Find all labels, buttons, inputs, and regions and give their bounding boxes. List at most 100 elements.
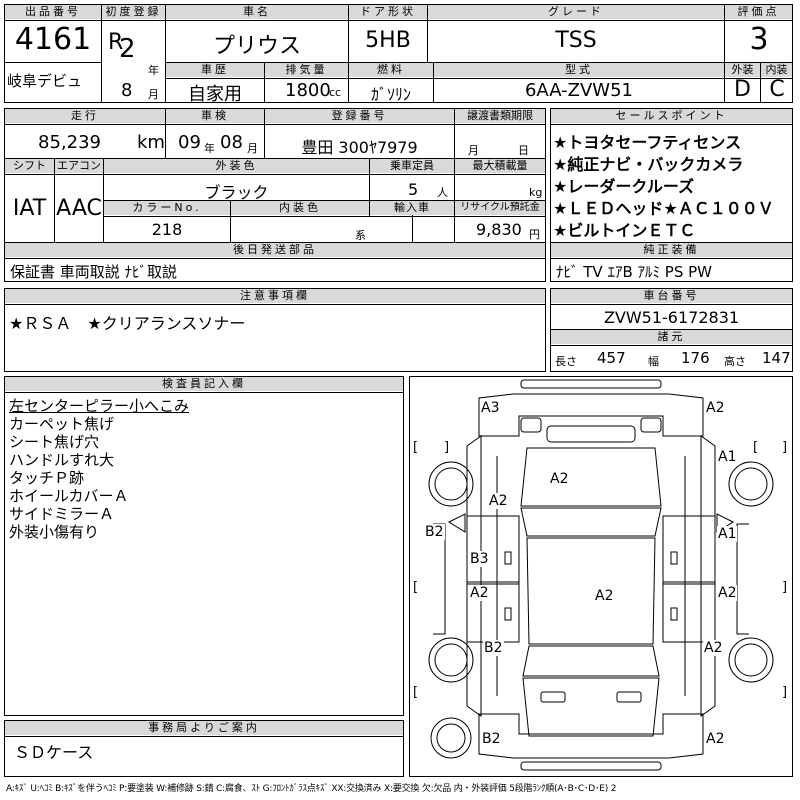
inspector-header: 検査員記入欄 bbox=[5, 377, 403, 391]
inspection-header: 車検 bbox=[166, 109, 264, 123]
exterior-header: 外装 bbox=[725, 63, 760, 77]
month-unit: 月 bbox=[148, 88, 159, 101]
displacement-unit: cc bbox=[329, 86, 342, 99]
car-name: プリウス bbox=[212, 34, 301, 59]
damage-mark: B3 bbox=[469, 551, 490, 567]
notes: ★ＲＳＡ ★クリアランスソナー bbox=[9, 314, 246, 333]
equipment: ﾅﾋﾞ TV ｴｱB ｱﾙﾐ PS PW bbox=[556, 263, 712, 281]
damage-mark: A2 bbox=[488, 493, 509, 509]
grade-header: グレード bbox=[428, 5, 724, 19]
inspection-year-unit: 年 bbox=[204, 142, 215, 155]
transfer-header: 譲渡書類期限 bbox=[455, 109, 545, 123]
transfer-month-unit: 月 bbox=[468, 144, 479, 157]
exterior-grade: D bbox=[734, 77, 751, 102]
recycle-fee: 9,830 bbox=[476, 220, 522, 239]
model-header: 型式 bbox=[434, 63, 724, 77]
sales-point-2: ★純正ナビ・バックカメラ bbox=[553, 155, 744, 174]
damage-mark: A2 bbox=[717, 585, 738, 601]
damage-mark: B2 bbox=[483, 640, 504, 656]
damage-mark: A2 bbox=[549, 471, 570, 487]
import-header: 輸入車 bbox=[370, 201, 454, 215]
history: 自家用 bbox=[188, 84, 242, 105]
bracket-left-bot: [ bbox=[413, 685, 419, 700]
door-type: 5HB bbox=[365, 28, 411, 53]
bracket-right-mid: ] bbox=[782, 580, 788, 595]
int-color-unit: 系 bbox=[355, 229, 366, 242]
bracket-right-bot: ] bbox=[782, 685, 788, 700]
bracket-left-top-r: [ bbox=[753, 440, 759, 455]
year-unit: 年 bbox=[148, 64, 159, 77]
sales-point-3: ★レーダークルーズ bbox=[553, 177, 695, 196]
damage-mark: A2 bbox=[469, 585, 490, 601]
int-color-header: 内装色 bbox=[231, 201, 369, 215]
inspection-year: 09 bbox=[178, 132, 201, 153]
color-header: 外装色 bbox=[104, 159, 369, 173]
chassis-number: ZVW51-6172831 bbox=[603, 308, 740, 327]
notes-header: 注意事項欄 bbox=[5, 289, 545, 303]
score-header: 評価点 bbox=[725, 5, 792, 19]
color-number: 218 bbox=[151, 220, 183, 239]
region: 岐阜デビュ bbox=[7, 72, 83, 90]
bracket-right-top: ] bbox=[444, 440, 450, 455]
recycle-unit: 円 bbox=[529, 228, 540, 241]
score: 3 bbox=[749, 22, 769, 57]
bracket-right-top-r: ] bbox=[782, 440, 788, 455]
office-header: 事務局よりご案内 bbox=[5, 721, 403, 735]
height-label: 高さ bbox=[724, 355, 746, 368]
damage-mark: A1 bbox=[717, 526, 738, 542]
displacement-header: 排気量 bbox=[265, 63, 348, 77]
load-header: 最大積載量 bbox=[455, 159, 545, 173]
height: 147 bbox=[762, 349, 791, 367]
color-no-header: カラーNo. bbox=[104, 201, 230, 215]
car-name-header: 車名 bbox=[166, 5, 348, 19]
lot-no-header: 出品番号 bbox=[5, 5, 101, 19]
fuel: ｶﾞｿﾘﾝ bbox=[370, 85, 411, 104]
sales-header: セールスポイント bbox=[551, 109, 792, 123]
equipment-header: 純正装備 bbox=[551, 243, 792, 257]
damage-mark: A1 bbox=[717, 449, 738, 465]
damage-mark: B2 bbox=[481, 731, 502, 747]
bracket-left-mid: [ bbox=[413, 580, 419, 595]
first-reg-header: 初度登録 bbox=[102, 5, 165, 19]
recycle-header: リサイクル預託金 bbox=[455, 201, 545, 215]
damage-mark: A2 bbox=[594, 588, 615, 604]
capacity: 5 bbox=[408, 180, 419, 199]
chassis-header: 車台番号 bbox=[551, 289, 792, 303]
damage-mark: A3 bbox=[480, 400, 501, 416]
shift-header: シフト bbox=[5, 159, 54, 173]
dims-header: 諸元 bbox=[551, 330, 792, 344]
car-diagram bbox=[428, 379, 774, 771]
shift: IAT bbox=[12, 196, 47, 221]
mileage-unit: km bbox=[137, 132, 165, 153]
capacity-header: 乗車定員 bbox=[370, 159, 454, 173]
load-unit: kg bbox=[529, 186, 543, 199]
displacement: 1800 bbox=[285, 80, 331, 101]
door-header: ドア形状 bbox=[349, 5, 427, 19]
first-reg-month: 8 bbox=[121, 80, 133, 101]
lot-number: 4161 bbox=[14, 22, 92, 57]
transfer-day-unit: 日 bbox=[518, 144, 529, 157]
first-reg-year: 2 bbox=[119, 34, 136, 64]
length: 457 bbox=[597, 349, 626, 367]
capacity-unit: 人 bbox=[437, 186, 448, 199]
length-label: 長さ bbox=[555, 355, 577, 368]
plate-number: 豊田 300ﾔ7979 bbox=[301, 138, 418, 157]
ac-header: エアコン bbox=[55, 159, 103, 173]
bracket-left-top: [ bbox=[413, 440, 419, 455]
later-parts-header: 後日発送部品 bbox=[5, 243, 545, 257]
damage-mark: B2 bbox=[424, 524, 445, 540]
inspection-month-unit: 月 bbox=[247, 142, 258, 155]
inspector-line-8: 外装小傷有り bbox=[9, 523, 100, 541]
interior-header: 内装 bbox=[761, 63, 792, 77]
width: 176 bbox=[681, 349, 710, 367]
damage-mark: A2 bbox=[703, 640, 724, 656]
history-header: 車歴 bbox=[166, 63, 264, 77]
model: 6AA-ZVW51 bbox=[524, 80, 634, 101]
width-label: 幅 bbox=[648, 355, 659, 368]
interior-grade: C bbox=[769, 77, 785, 102]
grade: TSS bbox=[555, 28, 597, 53]
sales-point-5: ★ビルトインＥＴＣ bbox=[553, 221, 696, 240]
sales-point-4: ★ＬＥＤヘッド★ＡＣ１００Ｖ bbox=[553, 199, 774, 218]
inspection-month: 08 bbox=[220, 132, 243, 153]
mileage: 85,239 bbox=[38, 132, 101, 153]
